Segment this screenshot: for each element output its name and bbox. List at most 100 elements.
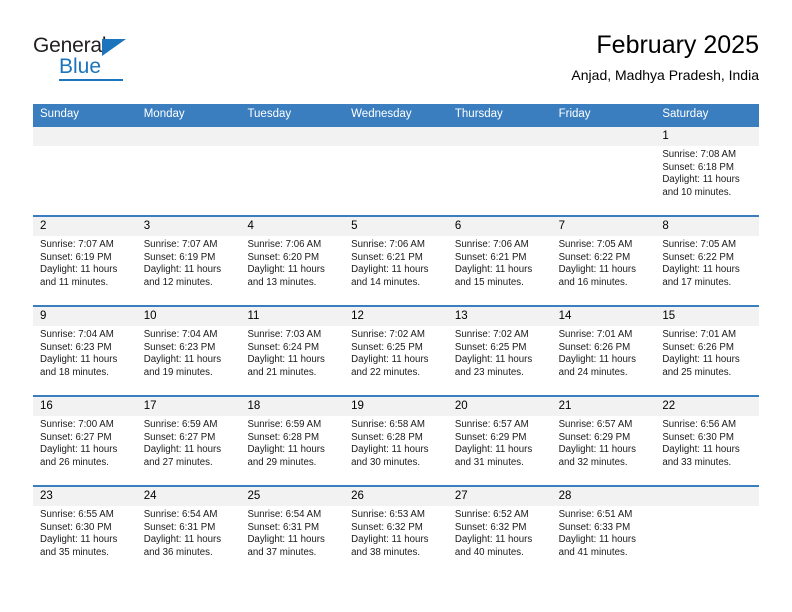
daylight-duration-line2: and 13 minutes. xyxy=(247,276,317,288)
day-number: 11 xyxy=(240,307,345,326)
calendar-day-cell[interactable]: 11 Sunrise: 7:03 AM Sunset: 6:24 PM Dayligh… xyxy=(240,305,345,395)
calendar-day-cell[interactable]: 13 Sunrise: 7:02 AM Sunset: 6:25 PM Dayligh… xyxy=(447,305,552,395)
calendar-day-cell[interactable]: 10 Sunrise: 7:04 AM Sunset: 6:23 PM Dayligh… xyxy=(136,305,241,395)
sunset-time: Sunset: 6:24 PM xyxy=(247,341,320,353)
calendar-day-cell[interactable]: 22 Sunrise: 6:56 AM Sunset: 6:30 PM Dayligh… xyxy=(655,395,760,485)
calendar-day-cell[interactable]: 2 Sunrise: 7:07 AM Sunset: 6:19 PM Daylight… xyxy=(33,215,137,305)
calendar-grid: Sunday Monday Tuesday Wednesday Thursday Frid… xyxy=(33,104,760,575)
calendar-day-cell[interactable]: 14 Sunrise: 7:01 AM Sunset: 6:26 PM Dayligh… xyxy=(551,305,656,395)
daylight-duration-line1: Daylight: 11 hours xyxy=(558,264,636,276)
sunrise-time: Sunrise: 7:03 AM xyxy=(247,329,322,340)
daylight-duration-line1: Daylight: 11 hours xyxy=(351,444,429,456)
day-details: Sunrise: 6:52 AM Sunset: 6:32 PM Daylight:… xyxy=(448,506,552,559)
day-details: Sunrise: 7:05 AM Sunset: 6:22 PM Daylight:… xyxy=(552,236,656,289)
sunset-time: Sunset: 6:26 PM xyxy=(558,341,631,353)
calendar-day-cell[interactable]: 24 Sunrise: 6:54 AM Sunset: 6:31 PM Dayligh… xyxy=(136,485,241,575)
day-number: 14 xyxy=(551,307,656,326)
day-details: Sunrise: 7:04 AM Sunset: 6:23 PM Daylight:… xyxy=(137,326,241,379)
day-number: 23 xyxy=(33,487,137,506)
day-details: Sunrise: 6:56 AM Sunset: 6:30 PM Daylight:… xyxy=(655,416,759,469)
day-details: Sunrise: 7:01 AM Sunset: 6:26 PM Daylight:… xyxy=(655,326,759,379)
day-number xyxy=(33,127,137,146)
calendar-day-cell[interactable]: 12 Sunrise: 7:02 AM Sunset: 6:25 PM Dayligh… xyxy=(344,305,448,395)
day-details: Sunrise: 7:06 AM Sunset: 6:20 PM Daylight:… xyxy=(240,236,344,289)
day-number xyxy=(655,487,760,506)
page-subtitle: Anjad, Madhya Pradesh, India xyxy=(571,67,759,83)
calendar-day-cell[interactable]: 6 Sunrise: 7:06 AM Sunset: 6:21 PM Daylight… xyxy=(447,215,552,305)
sunrise-time: Sunrise: 6:57 AM xyxy=(454,419,529,430)
calendar-day-cell[interactable]: 9 Sunrise: 7:04 AM Sunset: 6:23 PM Daylight… xyxy=(33,305,137,395)
calendar-day-cell[interactable]: 8 Sunrise: 7:05 AM Sunset: 6:22 PM Daylight… xyxy=(655,215,760,305)
logo-underline xyxy=(59,79,123,81)
day-number: 21 xyxy=(551,397,656,416)
calendar-day-cell[interactable]: 21 Sunrise: 6:57 AM Sunset: 6:29 PM Dayligh… xyxy=(551,395,656,485)
day-details: Sunrise: 7:03 AM Sunset: 6:24 PM Daylight:… xyxy=(240,326,344,379)
calendar-day-cell[interactable]: 16 Sunrise: 7:00 AM Sunset: 6:27 PM Dayligh… xyxy=(33,395,137,485)
calendar-day-cell[interactable]: 18 Sunrise: 6:59 AM Sunset: 6:28 PM Dayligh… xyxy=(240,395,345,485)
sunrise-time: Sunrise: 7:07 AM xyxy=(143,239,218,250)
daylight-duration-line1: Daylight: 11 hours xyxy=(454,354,533,366)
calendar-day-cell[interactable]: 28 Sunrise: 6:51 AM Sunset: 6:33 PM Dayligh… xyxy=(551,485,656,575)
daylight-duration-line1: Daylight: 11 hours xyxy=(40,354,118,366)
sunrise-time: Sunrise: 6:52 AM xyxy=(454,509,529,520)
daylight-duration-line1: Daylight: 11 hours xyxy=(40,264,118,276)
daylight-duration-line2: and 27 minutes. xyxy=(143,456,213,468)
sunset-time: Sunset: 6:31 PM xyxy=(247,521,320,533)
calendar-day-cell[interactable]: 26 Sunrise: 6:53 AM Sunset: 6:32 PM Dayligh… xyxy=(344,485,448,575)
page-header: General Blue February 2025 Anjad, Madhya… xyxy=(33,30,759,98)
day-details: Sunrise: 7:05 AM Sunset: 6:22 PM Daylight:… xyxy=(655,236,759,289)
day-number: 18 xyxy=(240,397,345,416)
calendar-day-cell[interactable]: 17 Sunrise: 6:59 AM Sunset: 6:27 PM Dayligh… xyxy=(136,395,241,485)
calendar-day-cell[interactable]: 7 Sunrise: 7:05 AM Sunset: 6:22 PM Daylight… xyxy=(551,215,656,305)
weekday-header-saturday: Saturday xyxy=(662,108,709,120)
calendar-day-cell[interactable]: 25 Sunrise: 6:54 AM Sunset: 6:31 PM Dayligh… xyxy=(240,485,345,575)
day-details: Sunrise: 7:02 AM Sunset: 6:25 PM Daylight:… xyxy=(344,326,448,379)
daylight-duration-line2: and 14 minutes. xyxy=(351,276,421,288)
daylight-duration-line2: and 35 minutes. xyxy=(40,546,109,558)
daylight-duration-line2: and 38 minutes. xyxy=(351,546,421,558)
calendar-day-cell[interactable]: 3 Sunrise: 7:07 AM Sunset: 6:19 PM Daylight… xyxy=(136,215,241,305)
calendar-cell-empty xyxy=(33,125,137,215)
sunrise-time: Sunrise: 6:54 AM xyxy=(143,509,218,520)
daylight-duration-line2: and 30 minutes. xyxy=(351,456,421,468)
daylight-duration-line1: Daylight: 11 hours xyxy=(662,354,740,366)
day-details: Sunrise: 7:07 AM Sunset: 6:19 PM Daylight:… xyxy=(137,236,241,289)
daylight-duration-line1: Daylight: 11 hours xyxy=(662,444,740,456)
day-number: 15 xyxy=(655,307,760,326)
daylight-duration-line2: and 32 minutes. xyxy=(558,456,628,468)
sunset-time: Sunset: 6:25 PM xyxy=(351,341,423,353)
daylight-duration-line2: and 23 minutes. xyxy=(454,366,524,378)
sunset-time: Sunset: 6:18 PM xyxy=(662,161,734,173)
calendar-day-cell[interactable]: 4 Sunrise: 7:06 AM Sunset: 6:20 PM Daylight… xyxy=(240,215,345,305)
calendar-day-cell[interactable]: 15 Sunrise: 7:01 AM Sunset: 6:26 PM Dayligh… xyxy=(655,305,760,395)
day-number: 20 xyxy=(447,397,552,416)
sunset-time: Sunset: 6:27 PM xyxy=(143,431,216,443)
daylight-duration-line1: Daylight: 11 hours xyxy=(247,264,325,276)
sunrise-time: Sunrise: 7:02 AM xyxy=(351,329,425,340)
day-details: Sunrise: 7:04 AM Sunset: 6:23 PM Daylight:… xyxy=(33,326,137,379)
calendar-day-cell[interactable]: 23 Sunrise: 6:55 AM Sunset: 6:30 PM Dayligh… xyxy=(33,485,137,575)
day-details: Sunrise: 6:54 AM Sunset: 6:31 PM Daylight:… xyxy=(137,506,241,559)
sunset-time: Sunset: 6:30 PM xyxy=(40,521,112,533)
daylight-duration-line1: Daylight: 11 hours xyxy=(143,264,222,276)
calendar-day-cell[interactable]: 5 Sunrise: 7:06 AM Sunset: 6:21 PM Daylight… xyxy=(344,215,448,305)
day-number: 4 xyxy=(240,217,345,236)
sunset-time: Sunset: 6:23 PM xyxy=(40,341,112,353)
day-details: Sunrise: 6:55 AM Sunset: 6:30 PM Daylight:… xyxy=(33,506,137,559)
calendar-day-cell[interactable]: 1 Sunrise: 7:08 AM Sunset: 6:18 PM Daylight… xyxy=(655,125,760,215)
calendar-day-cell[interactable]: 20 Sunrise: 6:57 AM Sunset: 6:29 PM Dayligh… xyxy=(447,395,552,485)
calendar-cell-empty xyxy=(447,125,552,215)
calendar-day-cell[interactable]: 19 Sunrise: 6:58 AM Sunset: 6:28 PM Dayligh… xyxy=(344,395,448,485)
sunrise-time: Sunrise: 7:05 AM xyxy=(662,239,737,250)
calendar-day-cell[interactable]: 27 Sunrise: 6:52 AM Sunset: 6:32 PM Dayligh… xyxy=(447,485,552,575)
weekday-header-wednesday: Wednesday xyxy=(351,108,412,120)
daylight-duration-line2: and 41 minutes. xyxy=(558,546,628,558)
generalblue-logo[interactable]: General Blue xyxy=(33,35,163,83)
sunset-time: Sunset: 6:30 PM xyxy=(662,431,734,443)
day-number: 3 xyxy=(136,217,241,236)
sunrise-time: Sunrise: 7:06 AM xyxy=(454,239,529,250)
daylight-duration-line2: and 24 minutes. xyxy=(558,366,628,378)
sunset-time: Sunset: 6:19 PM xyxy=(40,251,112,263)
day-number xyxy=(447,127,552,146)
sunrise-time: Sunrise: 7:01 AM xyxy=(662,329,737,340)
